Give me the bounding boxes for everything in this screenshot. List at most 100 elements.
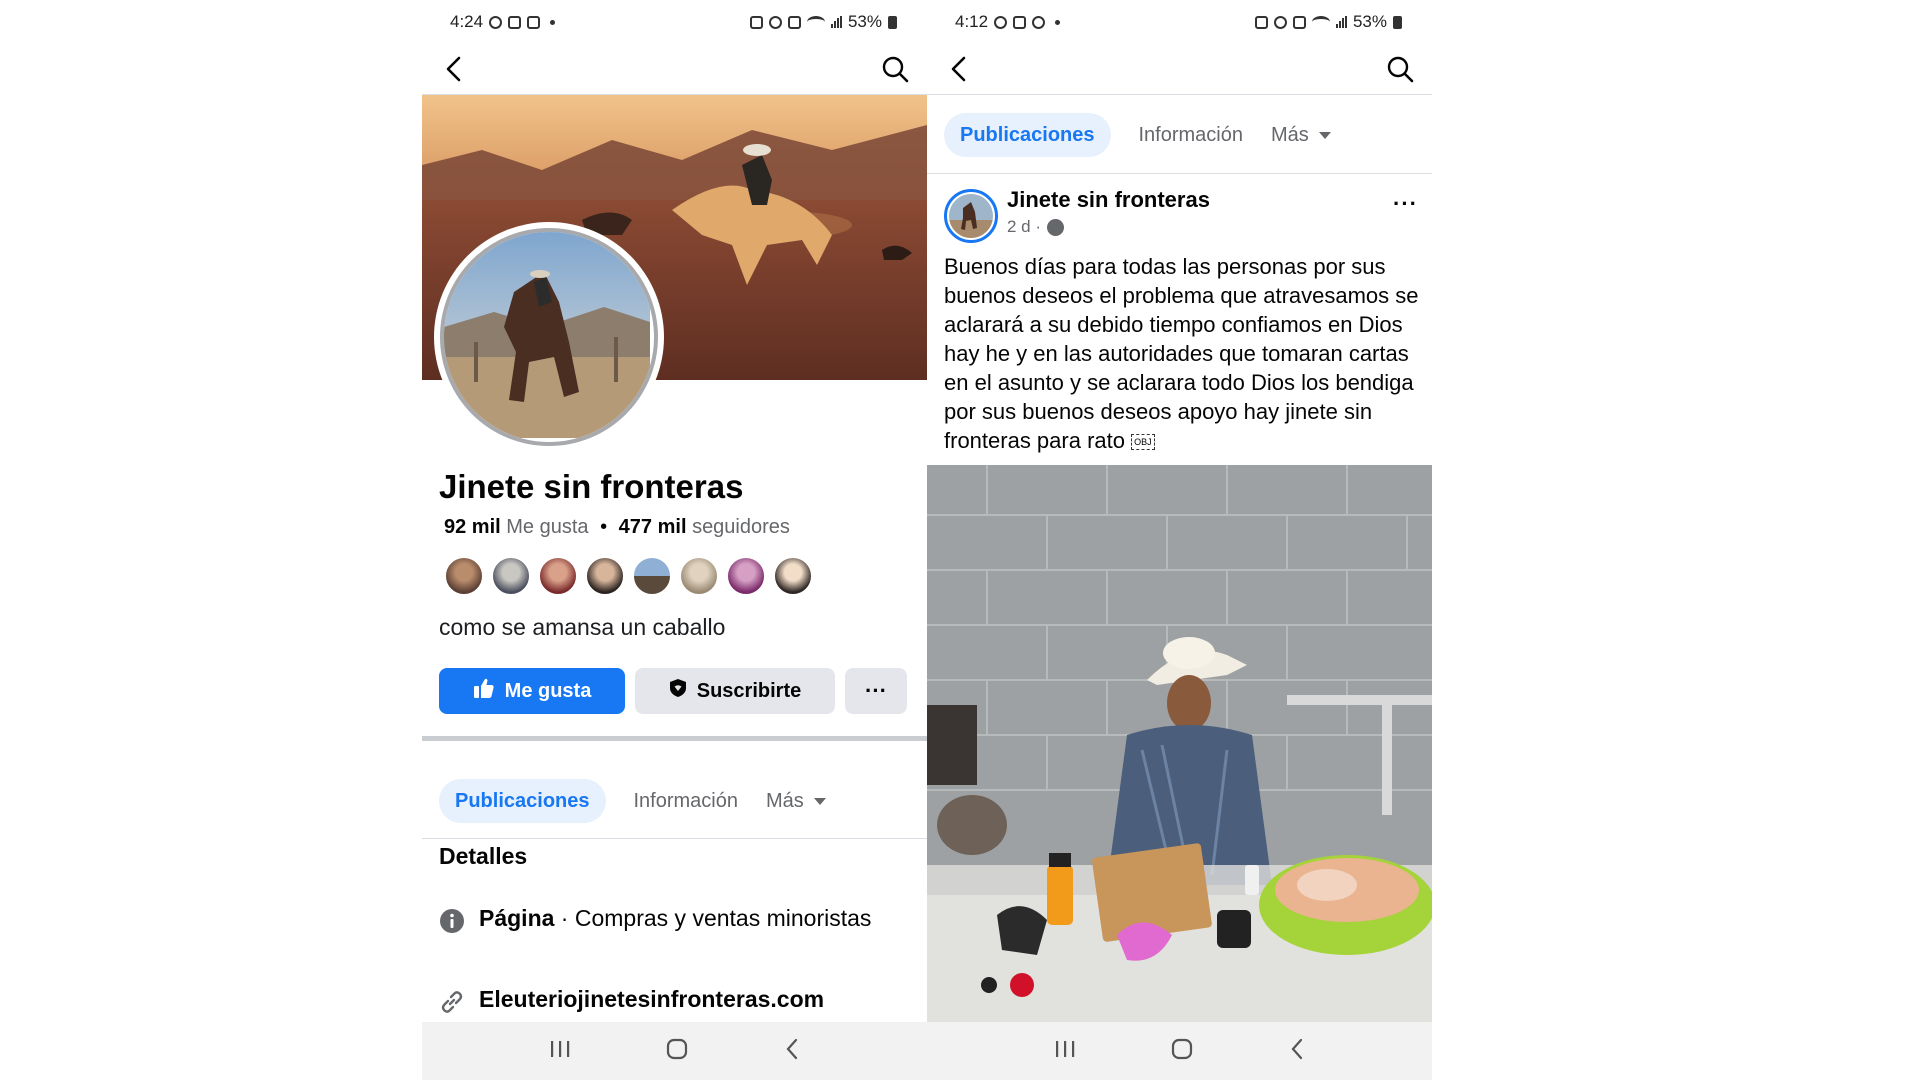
follower-avatar[interactable] bbox=[444, 556, 484, 596]
profile-tabs: Publicaciones Información Más bbox=[439, 779, 826, 823]
caret-down-icon bbox=[1318, 131, 1331, 139]
mute-icon bbox=[1292, 15, 1306, 29]
tab-mas-label: Más bbox=[1271, 123, 1309, 146]
nav-back-icon[interactable] bbox=[1289, 1037, 1305, 1066]
tiktok-notif-icon bbox=[1032, 15, 1046, 29]
website-link[interactable]: Eleuteriojinetesinfronteras.com bbox=[479, 986, 824, 1015]
follower-avatar[interactable] bbox=[773, 556, 813, 596]
like-button-label: Me gusta bbox=[504, 679, 592, 702]
stats-separator: • bbox=[600, 516, 608, 538]
subscribe-button-label: Suscribirte bbox=[696, 679, 802, 702]
battery-percent: 53% bbox=[1352, 12, 1387, 31]
signal-icon bbox=[830, 16, 842, 28]
right-phone-screen: 4:12 53% Publicaciones Información Más J… bbox=[927, 0, 1432, 1080]
top-nav bbox=[422, 44, 927, 94]
more-notifs-dot-icon bbox=[550, 19, 556, 25]
gmail-notif-icon bbox=[1013, 15, 1027, 29]
follower-avatar[interactable] bbox=[538, 556, 578, 596]
android-nav-bar bbox=[422, 1022, 927, 1080]
tab-mas[interactable]: Más bbox=[766, 779, 826, 823]
status-time: 4:24 bbox=[450, 12, 484, 31]
more-options-button[interactable]: ··· bbox=[845, 668, 907, 714]
alarm-icon bbox=[1273, 15, 1287, 29]
object-replacement-glyph: OBJ bbox=[1131, 434, 1155, 451]
caret-down-icon bbox=[813, 797, 826, 805]
subscribe-button[interactable]: Suscribirte bbox=[635, 668, 835, 714]
post-meta: 2 d · bbox=[1007, 217, 1065, 237]
post-options-button[interactable]: ··· bbox=[1393, 191, 1418, 217]
page-actions: Me gusta Suscribirte ··· bbox=[439, 668, 907, 714]
facebook-notif-icon bbox=[489, 15, 503, 29]
profile-picture[interactable] bbox=[434, 222, 664, 452]
like-page-button[interactable]: Me gusta bbox=[439, 668, 625, 714]
back-arrow-icon[interactable] bbox=[444, 56, 464, 82]
search-icon[interactable] bbox=[881, 55, 909, 83]
info-icon bbox=[439, 908, 465, 934]
search-icon[interactable] bbox=[1386, 55, 1414, 83]
thumbs-up-icon bbox=[473, 677, 495, 705]
status-bar: 4:24 53% bbox=[422, 0, 927, 44]
detail-category-label: Página bbox=[479, 905, 555, 931]
wifi-icon bbox=[806, 16, 825, 28]
tab-mas[interactable]: Más bbox=[1271, 113, 1331, 157]
tab-informacion[interactable]: Información bbox=[1139, 113, 1244, 157]
battery-percent: 53% bbox=[847, 12, 882, 31]
nav-divider bbox=[927, 94, 1432, 95]
nav-back-icon[interactable] bbox=[784, 1037, 800, 1066]
tab-publicaciones[interactable]: Publicaciones bbox=[944, 113, 1111, 157]
gmail-notif-icon bbox=[527, 15, 541, 29]
status-time: 4:12 bbox=[955, 12, 989, 31]
follower-avatar[interactable] bbox=[679, 556, 719, 596]
screenshot-canvas: 4:24 53% Jinete sin fronteras 92 mil Me … bbox=[0, 0, 1920, 1080]
battery-icon bbox=[1393, 15, 1402, 29]
section-divider bbox=[422, 736, 927, 741]
followers-count: 477 mil bbox=[618, 516, 687, 538]
lock-icon bbox=[1254, 15, 1268, 29]
profile-tabs: Publicaciones Información Más bbox=[944, 113, 1331, 157]
detail-category: Página · Compras y ventas minoristas bbox=[439, 905, 909, 934]
alarm-icon bbox=[768, 15, 782, 29]
detail-category-text: Página · Compras y ventas minoristas bbox=[479, 905, 871, 934]
likes-count: 92 mil bbox=[444, 516, 501, 538]
android-nav-bar bbox=[927, 1022, 1432, 1080]
signal-icon bbox=[1335, 16, 1347, 28]
left-phone-screen: 4:24 53% Jinete sin fronteras 92 mil Me … bbox=[422, 0, 927, 1080]
post-photo[interactable] bbox=[927, 465, 1432, 1022]
follower-avatar[interactable] bbox=[585, 556, 625, 596]
post-author-name[interactable]: Jinete sin fronteras bbox=[1007, 187, 1210, 213]
post-body: Buenos días para todas las personas por … bbox=[944, 252, 1424, 455]
followers-label: seguidores bbox=[692, 516, 790, 538]
mute-icon bbox=[787, 15, 801, 29]
recent-apps-icon[interactable] bbox=[1054, 1039, 1076, 1064]
details-heading: Detalles bbox=[439, 843, 528, 869]
tab-informacion[interactable]: Información bbox=[634, 779, 739, 823]
home-icon[interactable] bbox=[665, 1037, 689, 1066]
home-icon[interactable] bbox=[1170, 1037, 1194, 1066]
tabs-divider bbox=[927, 173, 1432, 174]
post-header: Jinete sin fronteras 2 d · ··· bbox=[944, 185, 1422, 245]
detail-category-value: · Compras y ventas minoristas bbox=[554, 905, 872, 931]
tab-publicaciones[interactable]: Publicaciones bbox=[439, 779, 606, 823]
follower-avatar[interactable] bbox=[491, 556, 531, 596]
post-author-avatar[interactable] bbox=[944, 189, 998, 243]
recent-apps-icon[interactable] bbox=[549, 1039, 571, 1064]
detail-website[interactable]: Eleuteriojinetesinfronteras.com bbox=[439, 986, 909, 1015]
follower-avatar[interactable] bbox=[632, 556, 672, 596]
whatsapp-notif-icon bbox=[994, 15, 1008, 29]
more-notifs-dot-icon bbox=[1055, 19, 1061, 25]
status-bar: 4:12 53% bbox=[927, 0, 1432, 44]
battery-icon bbox=[888, 15, 897, 29]
page-stats: 92 mil Me gusta • 477 mil seguidores bbox=[444, 516, 790, 539]
follower-avatar[interactable] bbox=[726, 556, 766, 596]
likes-label: Me gusta bbox=[506, 516, 589, 538]
wifi-icon bbox=[1311, 16, 1330, 28]
gallery-notif-icon bbox=[508, 15, 522, 29]
follower-avatars[interactable] bbox=[444, 556, 813, 596]
tabs-divider bbox=[422, 838, 927, 839]
post-text: Buenos días para todas las personas por … bbox=[944, 254, 1419, 453]
top-nav bbox=[927, 44, 1432, 94]
back-arrow-icon[interactable] bbox=[949, 56, 969, 82]
tab-mas-label: Más bbox=[766, 789, 804, 812]
post-time[interactable]: 2 d · bbox=[1007, 217, 1041, 237]
page-bio: como se amansa un caballo bbox=[439, 614, 726, 640]
